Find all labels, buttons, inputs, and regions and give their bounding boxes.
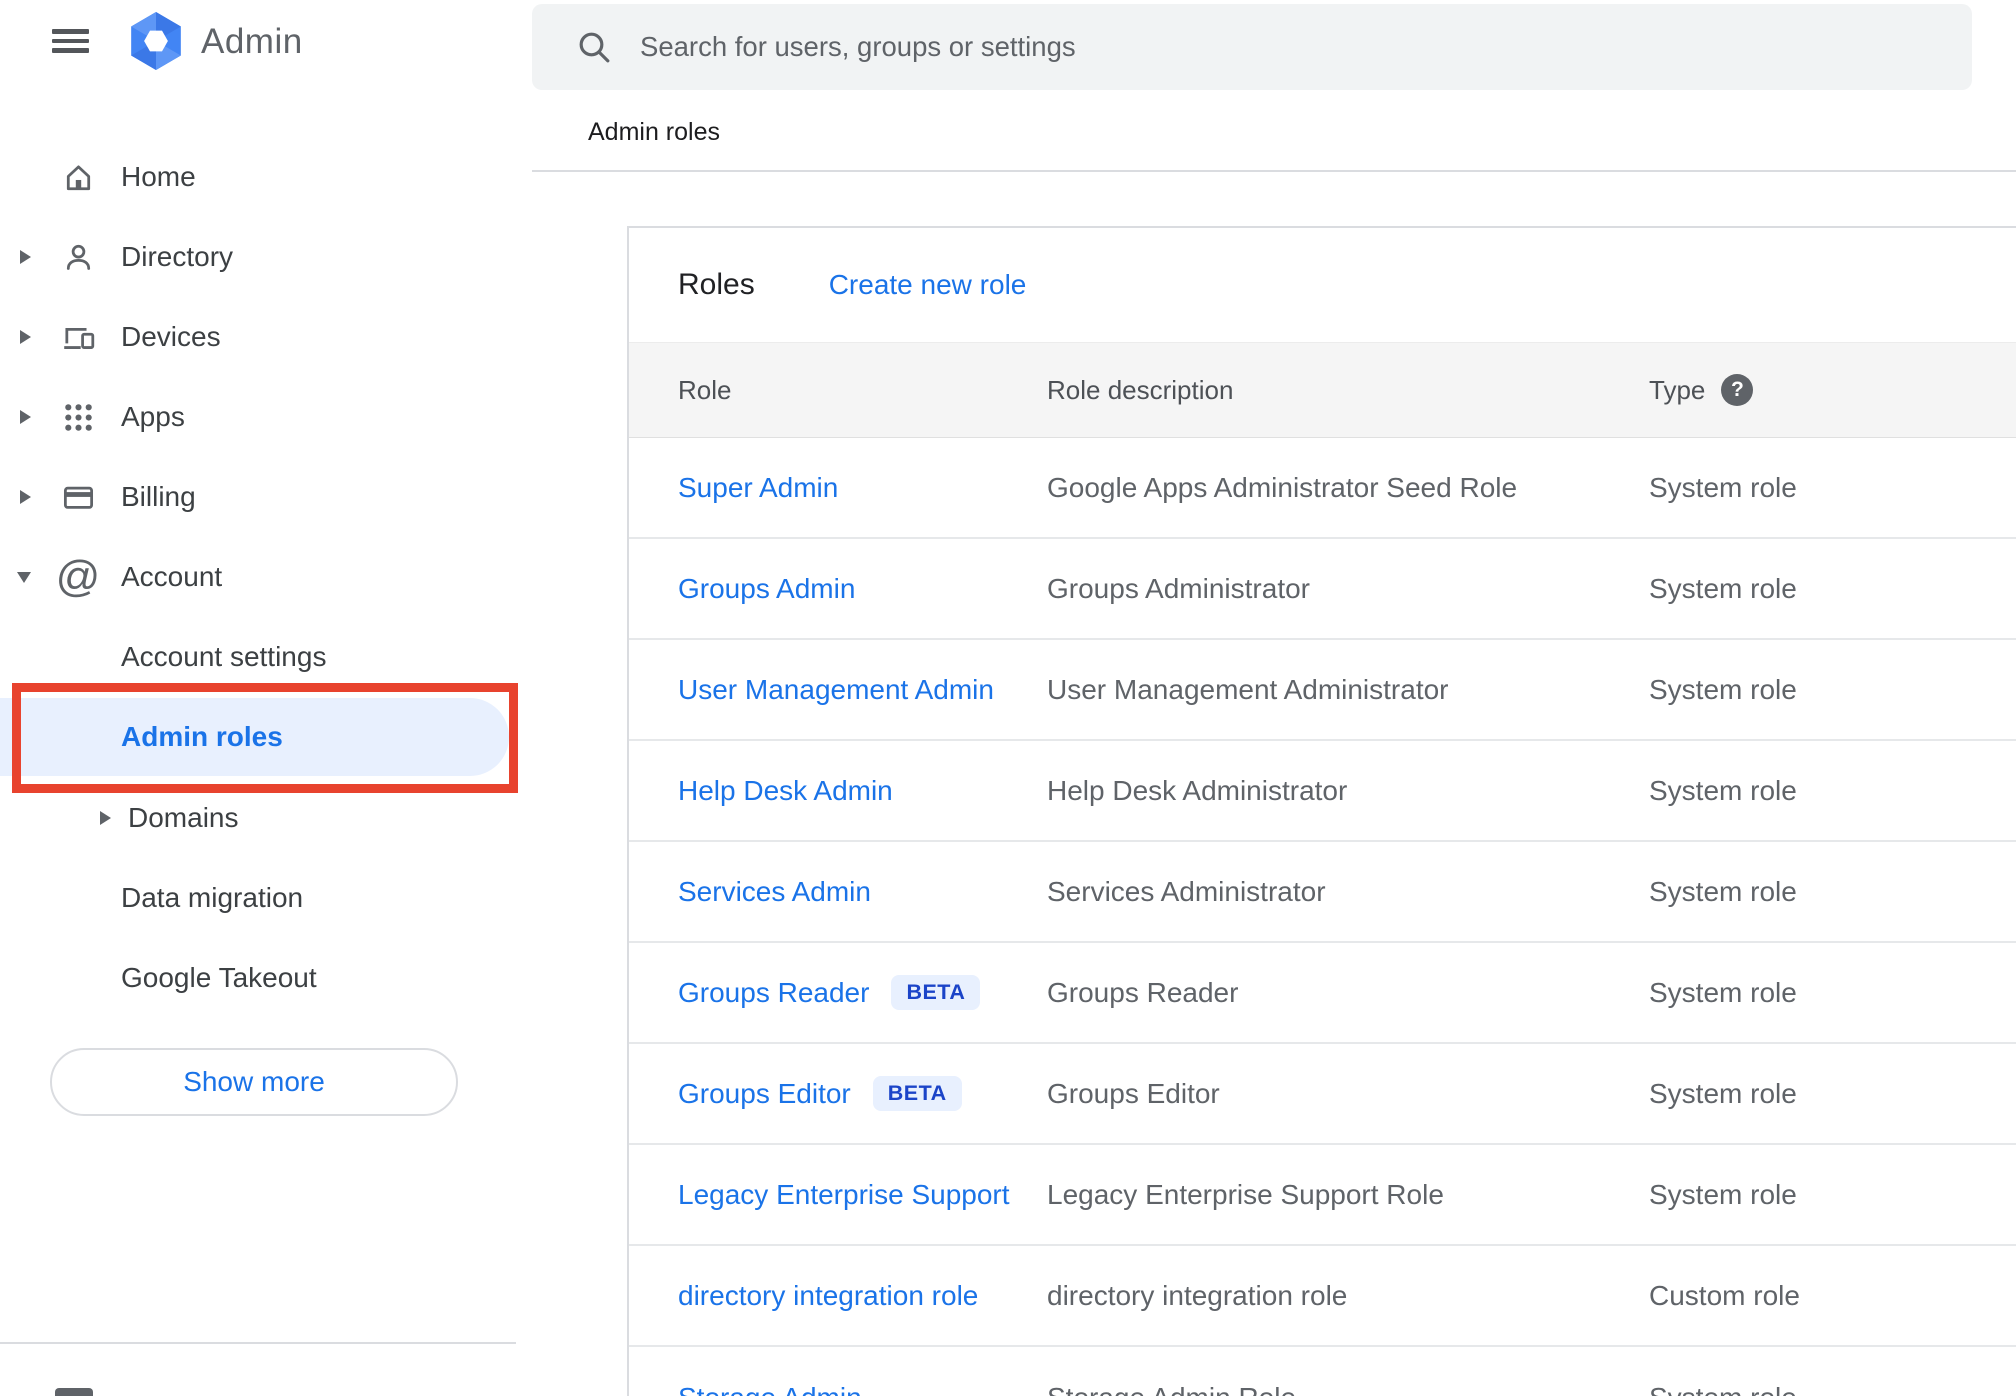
collapse-arrow-icon[interactable] — [17, 537, 38, 617]
sidebar-item-directory[interactable]: Directory — [0, 217, 530, 297]
admin-console-screen: Admin Admin roles Home — [0, 0, 2016, 1396]
role-type: System role — [1649, 875, 1797, 907]
role-type: System role — [1649, 976, 1797, 1008]
search-bar[interactable] — [532, 4, 1972, 90]
home-icon — [58, 137, 98, 217]
apps-grid-icon — [58, 377, 98, 457]
role-description: Legacy Enterprise Support Role — [1047, 1178, 1444, 1210]
role-link[interactable]: User Management Admin — [678, 674, 994, 706]
expand-arrow-icon[interactable] — [20, 217, 38, 297]
table-row: Groups Editor BETA Groups Editor System … — [629, 1044, 2016, 1145]
sidebar-item-admin-roles[interactable]: Admin roles — [0, 698, 509, 776]
role-description: Google Apps Administrator Seed Role — [1047, 471, 1518, 503]
sidebar-item-apps[interactable]: Apps — [0, 377, 530, 457]
role-description: directory integration role — [1047, 1279, 1348, 1311]
table-row: Storage Admin Storage Admin Role System … — [629, 1347, 2016, 1396]
credit-card-icon — [58, 457, 98, 537]
google-admin-logo-icon — [131, 12, 181, 70]
at-sign-icon: @ — [55, 552, 101, 601]
table-row: Super Admin Google Apps Administrator Se… — [629, 438, 2016, 539]
roles-table-header: Role Role description Type ? — [629, 342, 2016, 438]
table-row: User Management Admin User Management Ad… — [629, 640, 2016, 741]
roles-card: Roles Create new role Role Role descript… — [627, 226, 2016, 1396]
breadcrumb-bar: Admin roles — [532, 90, 2016, 172]
role-description: Groups Administrator — [1047, 572, 1310, 604]
table-row: Legacy Enterprise Support Legacy Enterpr… — [629, 1145, 2016, 1246]
role-link[interactable]: Services Admin — [678, 876, 871, 908]
roles-card-header: Roles Create new role — [629, 228, 2016, 342]
role-link[interactable]: Legacy Enterprise Support — [678, 1179, 1010, 1211]
sidebar: Home Directory Devices Apps Billing @ Ac… — [0, 92, 530, 1396]
devices-icon — [58, 297, 98, 377]
table-row: directory integration role directory int… — [629, 1246, 2016, 1347]
role-link[interactable]: Super Admin — [678, 472, 838, 504]
column-header-role: Role — [678, 374, 732, 405]
column-header-description: Role description — [1047, 374, 1234, 405]
role-type: System role — [1649, 774, 1797, 806]
table-row: Groups Admin Groups Administrator System… — [629, 539, 2016, 640]
search-icon — [579, 32, 610, 63]
create-new-role-link[interactable]: Create new role — [829, 269, 1027, 301]
role-description: Help Desk Administrator — [1047, 774, 1348, 806]
role-description: Groups Reader — [1047, 976, 1239, 1008]
role-type: System role — [1649, 471, 1797, 503]
role-link[interactable]: directory integration role — [678, 1280, 978, 1312]
beta-badge: BETA — [891, 974, 981, 1011]
beta-badge: BETA — [872, 1075, 962, 1112]
clipped-sidebar-icon — [55, 1388, 93, 1396]
role-link[interactable]: Storage Admin — [678, 1382, 862, 1396]
expand-arrow-icon[interactable] — [20, 457, 38, 537]
role-link[interactable]: Help Desk Admin — [678, 775, 893, 807]
role-description: Groups Editor — [1047, 1077, 1220, 1109]
role-description: Storage Admin Role — [1047, 1382, 1296, 1396]
sidebar-item-home[interactable]: Home — [0, 137, 530, 217]
help-icon[interactable]: ? — [1721, 374, 1754, 406]
role-type: System role — [1649, 1178, 1797, 1210]
column-header-type: Type — [1649, 374, 1706, 405]
sidebar-bottom-divider — [0, 1342, 516, 1344]
role-link[interactable]: Groups Editor — [678, 1078, 851, 1110]
role-type: System role — [1649, 1382, 1797, 1396]
table-row: Help Desk Admin Help Desk Administrator … — [629, 741, 2016, 842]
app-title: Admin — [201, 22, 303, 61]
role-type: Custom role — [1649, 1279, 1800, 1311]
expand-arrow-icon[interactable] — [100, 778, 118, 858]
role-link[interactable]: Groups Admin — [678, 573, 855, 605]
roles-title: Roles — [678, 268, 755, 301]
show-more-button[interactable]: Show more — [50, 1048, 458, 1116]
expand-arrow-icon[interactable] — [20, 297, 38, 377]
person-icon — [58, 217, 98, 297]
sidebar-item-google-takeout[interactable]: Google Takeout — [0, 938, 530, 1018]
sidebar-item-data-migration[interactable]: Data migration — [0, 858, 530, 938]
table-row: Groups Reader BETA Groups Reader System … — [629, 943, 2016, 1044]
role-type: System role — [1649, 572, 1797, 604]
sidebar-item-devices[interactable]: Devices — [0, 297, 530, 377]
sidebar-item-billing[interactable]: Billing — [0, 457, 530, 537]
sidebar-item-domains[interactable]: Domains — [0, 778, 530, 858]
sidebar-item-account-settings[interactable]: Account settings — [0, 617, 530, 697]
role-link[interactable]: Groups Reader — [678, 977, 869, 1009]
search-input[interactable] — [640, 17, 1972, 77]
breadcrumb: Admin roles — [588, 118, 720, 146]
role-description: User Management Administrator — [1047, 673, 1449, 705]
expand-arrow-icon[interactable] — [20, 377, 38, 457]
sidebar-item-account[interactable]: @ Account — [0, 537, 530, 617]
role-type: System role — [1649, 673, 1797, 705]
table-row: Services Admin Services Administrator Sy… — [629, 842, 2016, 943]
role-description: Services Administrator — [1047, 875, 1326, 907]
role-type: System role — [1649, 1077, 1797, 1109]
hamburger-menu-icon[interactable] — [52, 29, 89, 55]
